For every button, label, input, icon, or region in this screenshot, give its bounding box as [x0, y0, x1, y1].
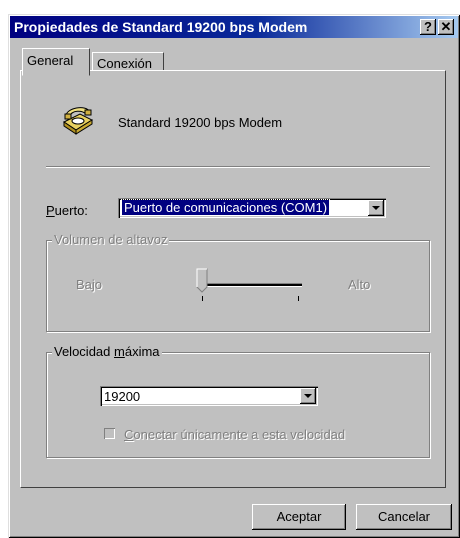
volume-tick-min: [202, 296, 203, 301]
tab-general[interactable]: General: [22, 48, 90, 76]
port-label: Puerto:: [46, 203, 88, 218]
volume-high-label: Alto: [348, 277, 371, 292]
ok-button[interactable]: Aceptar: [252, 504, 346, 530]
modem-phone-icon: [60, 102, 94, 136]
volume-slider-track: [200, 283, 302, 287]
volume-tick-max: [298, 296, 299, 301]
tab-general-label: General: [27, 53, 74, 68]
help-button[interactable]: ?: [420, 19, 436, 35]
port-select-value: Puerto de comunicaciones (COM1): [120, 199, 331, 216]
volume-low-label: Bajo: [76, 277, 103, 292]
device-name: Standard 19200 bps Modem: [118, 115, 283, 130]
only-this-speed-checkbox[interactable]: [104, 428, 115, 439]
window-title: Propiedades de Standard 19200 bps Modem: [14, 19, 308, 35]
volume-slider-thumb[interactable]: [196, 268, 208, 293]
tab-conexion-label: Conexión: [97, 56, 152, 71]
cancel-button[interactable]: Cancelar: [356, 504, 452, 530]
volume-group-title: Volumen de altavoz: [52, 232, 170, 247]
volume-slider[interactable]: [196, 268, 306, 304]
close-button[interactable]: ✕: [438, 19, 454, 35]
speed-select-value: 19200: [104, 389, 141, 404]
speed-dropdown-arrow-icon[interactable]: [300, 388, 316, 404]
divider: [46, 166, 430, 168]
speed-group-title: Velocidad máxima: [52, 344, 162, 359]
only-this-speed-label: Conectar únicamente a esta velocidad: [124, 427, 346, 442]
title-bar[interactable]: Propiedades de Standard 19200 bps Modem …: [10, 16, 458, 38]
speed-select[interactable]: 19200: [100, 386, 318, 406]
tab-conexion[interactable]: Conexión: [92, 52, 164, 71]
port-dropdown-arrow-icon[interactable]: [368, 200, 384, 216]
port-select[interactable]: Puerto de comunicaciones (COM1): [118, 198, 386, 218]
